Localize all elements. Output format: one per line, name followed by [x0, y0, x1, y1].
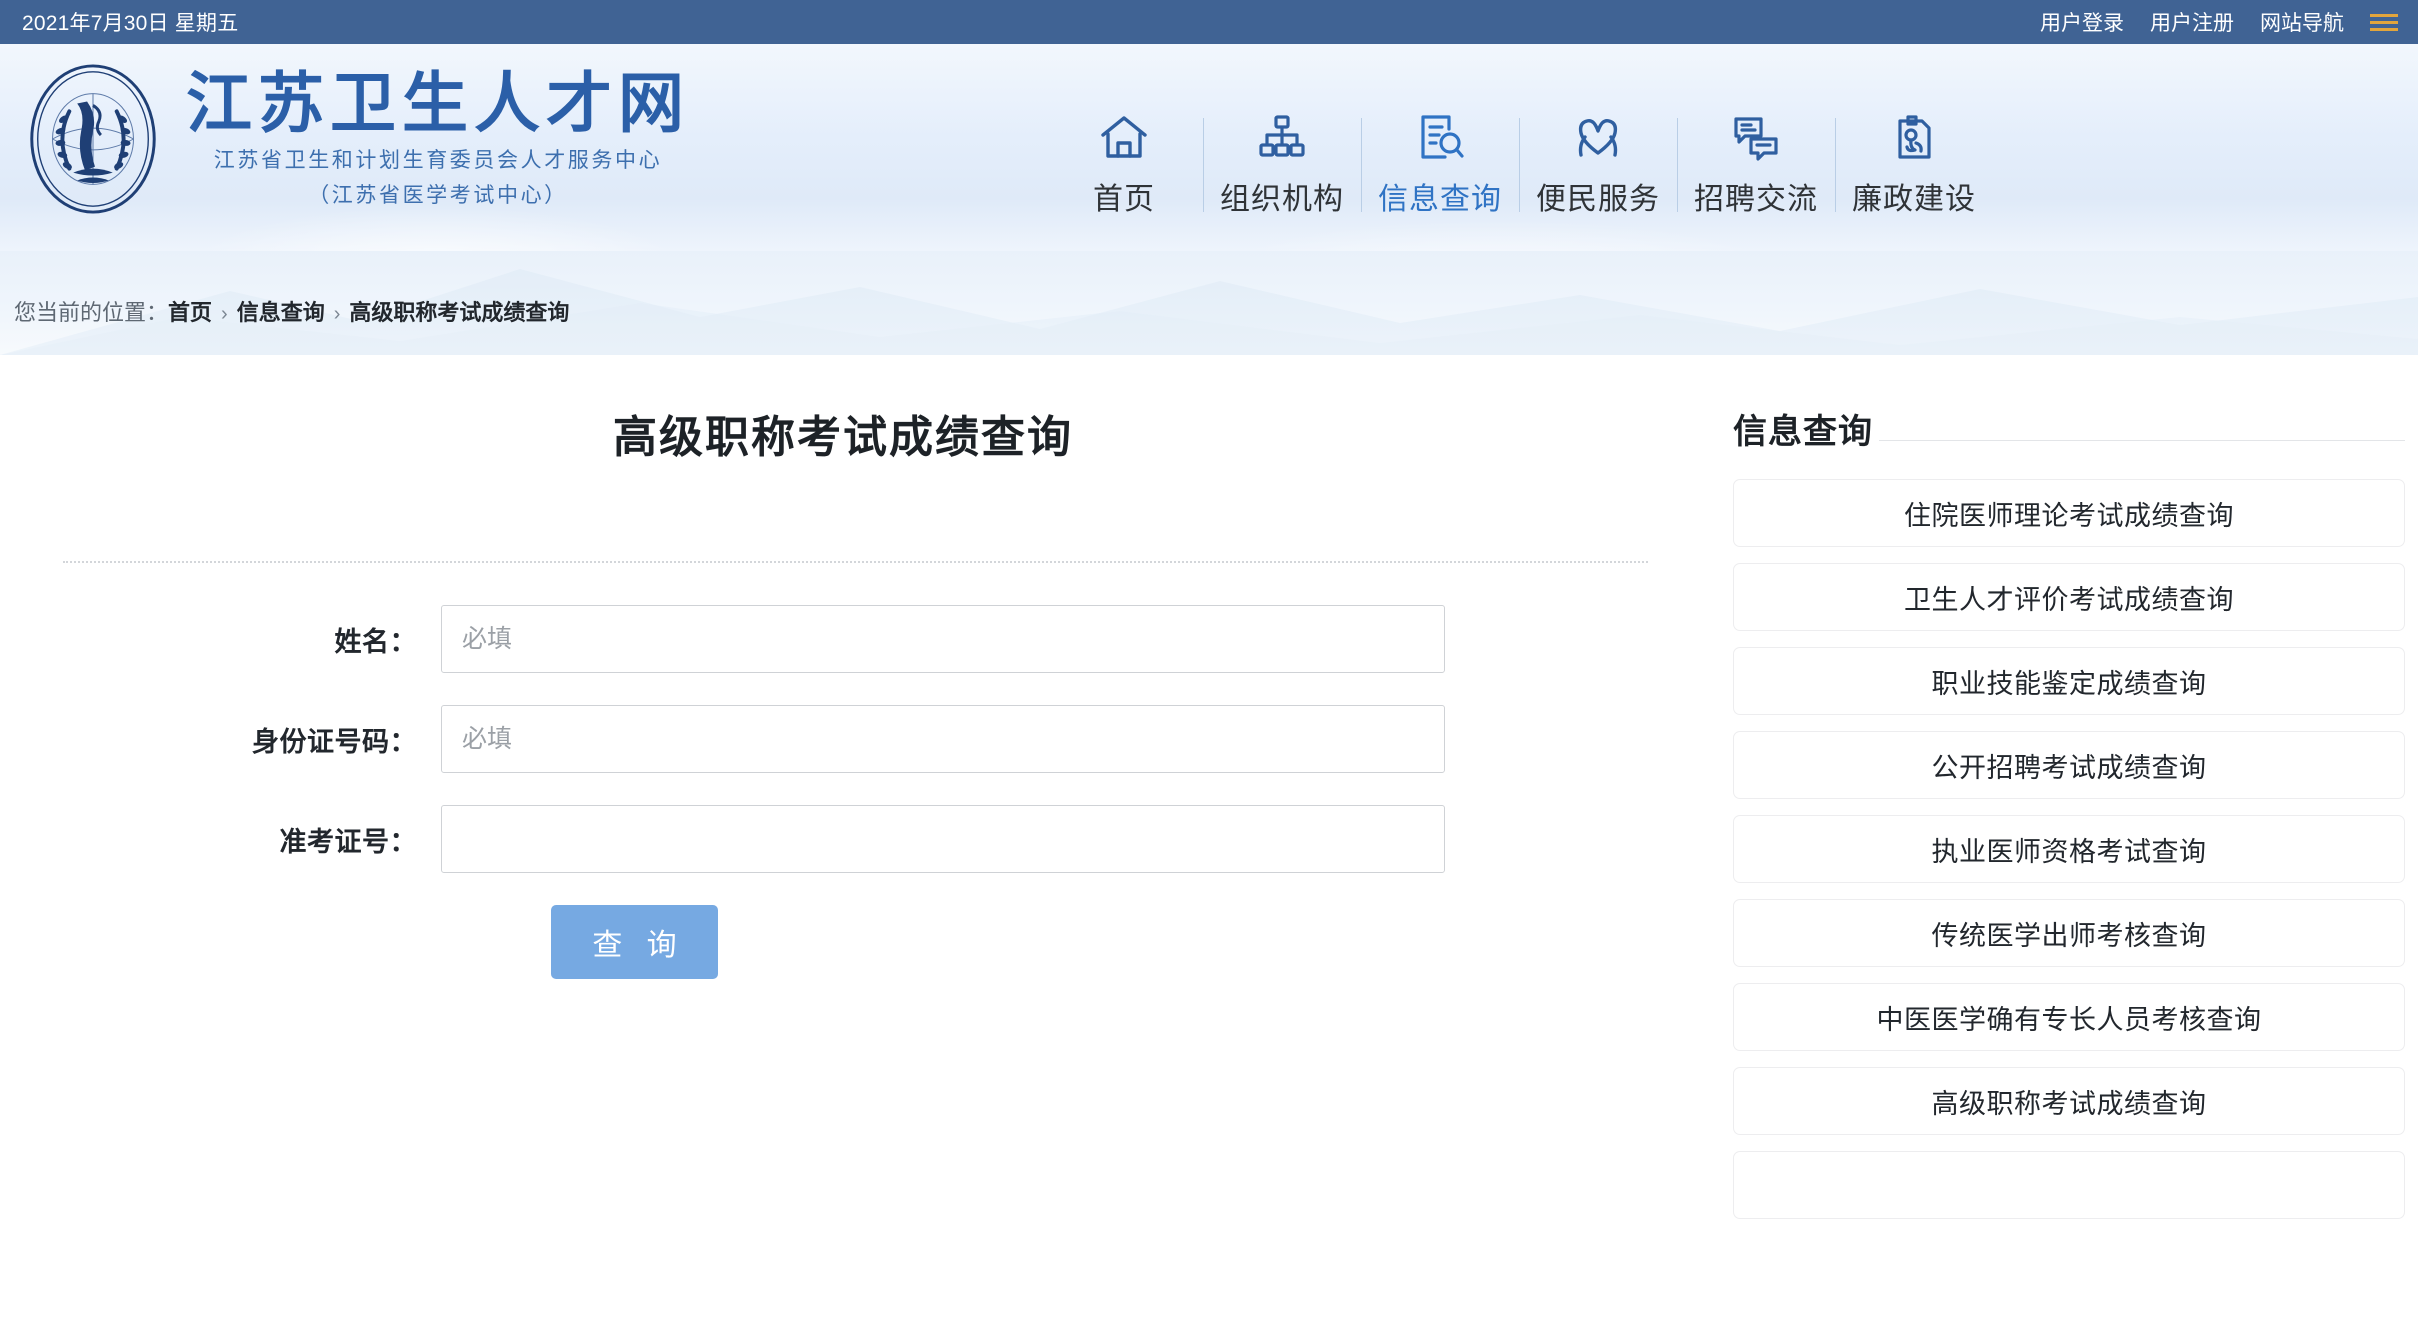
- form-row-name: 姓名：: [13, 605, 1673, 673]
- hamburger-icon[interactable]: [2370, 13, 2398, 31]
- site-header: 江苏卫生人才网 江苏省卫生和计划生育委员会人才服务中心 （江苏省医学考试中心） …: [0, 44, 2418, 251]
- sidebar-title-rule: [1879, 440, 2405, 441]
- content-divider: [63, 561, 1648, 563]
- admission-ticket-input[interactable]: [441, 805, 1445, 873]
- admission-ticket-label: 准考证号：: [279, 826, 417, 857]
- sidebar-item-talent-evaluation[interactable]: 卫生人才评价考试成绩查询: [1733, 563, 2405, 631]
- brand-text: 江苏卫生人才网 江苏省卫生和计划生育委员会人才服务中心 （江苏省医学考试中心）: [186, 69, 690, 209]
- user-register-link[interactable]: 用户注册: [2150, 7, 2234, 37]
- site-brand[interactable]: 江苏卫生人才网 江苏省卫生和计划生育委员会人才服务中心 （江苏省医学考试中心）: [14, 60, 690, 218]
- page-panel: 高级职称考试成绩查询 姓名： 身份证号码： 准考证号： 查 询 信息: [13, 355, 2405, 1328]
- top-utility-bar: 2021年7月30日 星期五 用户登录 用户注册 网站导航: [0, 0, 2418, 44]
- sidebar-item-licensed-physician[interactable]: 执业医师资格考试查询: [1733, 815, 2405, 883]
- sidebar-item-resident-theory[interactable]: 住院医师理论考试成绩查询: [1733, 479, 2405, 547]
- nav-item-integrity[interactable]: 廉政建设: [1835, 104, 1993, 222]
- sidebar-item-traditional-medicine[interactable]: 传统医学出师考核查询: [1733, 899, 2405, 967]
- form-row-id-number: 身份证号码：: [13, 705, 1673, 773]
- breadcrumb-separator: ›: [221, 303, 228, 325]
- nav-item-home[interactable]: 首页: [1045, 104, 1203, 222]
- nav-item-organization[interactable]: 组织机构: [1203, 104, 1361, 222]
- nav-label-home: 首页: [1093, 183, 1155, 216]
- sidebar-item-public-recruitment[interactable]: 公开招聘考试成绩查询: [1733, 731, 2405, 799]
- site-navigation-link[interactable]: 网站导航: [2260, 7, 2344, 37]
- user-login-link[interactable]: 用户登录: [2040, 7, 2124, 37]
- form-actions: 查 询: [13, 905, 1673, 979]
- nav-item-recruitment[interactable]: 招聘交流: [1677, 104, 1835, 222]
- breadcrumb-band: 您当前的位置： 首页 › 信息查询 › 高级职称考试成绩查询: [0, 251, 2418, 355]
- home-icon: [1099, 110, 1149, 164]
- site-subtitle-2: （江苏省医学考试中心）: [308, 184, 568, 208]
- name-input[interactable]: [441, 605, 1445, 673]
- heart-hands-icon: [1573, 110, 1623, 164]
- jiangsu-health-seal-logo-icon: [30, 64, 156, 214]
- breadcrumb-separator: ›: [333, 303, 341, 325]
- nav-item-public-service[interactable]: 便民服务: [1519, 104, 1677, 222]
- chat-bubbles-icon: [1731, 110, 1781, 164]
- current-date: 2021年7月30日 星期五: [22, 12, 239, 35]
- breadcrumb-label: 您当前的位置：: [14, 300, 169, 325]
- sidebar-header: 信息查询: [1733, 395, 2405, 451]
- nav-label-recruitment: 招聘交流: [1694, 183, 1818, 216]
- org-chart-icon: [1257, 110, 1307, 164]
- breadcrumb-item-info-query[interactable]: 信息查询: [237, 295, 325, 327]
- nav-label-info-query: 信息查询: [1378, 183, 1502, 216]
- sidebar-item-partial[interactable]: [1733, 1151, 2405, 1219]
- clipboard-seal-icon: [1889, 110, 1939, 164]
- score-query-form: 姓名： 身份证号码： 准考证号： 查 询: [13, 605, 1673, 979]
- sidebar-title: 信息查询: [1733, 413, 1873, 451]
- id-number-label: 身份证号码：: [252, 726, 417, 757]
- main-content: 高级职称考试成绩查询 姓名： 身份证号码： 准考证号： 查 询: [13, 355, 1673, 1328]
- nav-item-info-query[interactable]: 信息查询: [1361, 104, 1519, 222]
- sidebar: 信息查询 住院医师理论考试成绩查询 卫生人才评价考试成绩查询 职业技能鉴定成绩查…: [1733, 355, 2405, 1328]
- sidebar-item-vocational-skill[interactable]: 职业技能鉴定成绩查询: [1733, 647, 2405, 715]
- nav-label-integrity: 廉政建设: [1852, 183, 1976, 216]
- main-navigation: 首页 组织机构 信息查询 便民服务 招聘交流 廉政建设: [1045, 104, 1993, 222]
- sidebar-list: 住院医师理论考试成绩查询 卫生人才评价考试成绩查询 职业技能鉴定成绩查询 公开招…: [1733, 479, 2405, 1219]
- sidebar-item-senior-title[interactable]: 高级职称考试成绩查询: [1733, 1067, 2405, 1135]
- site-title: 江苏卫生人才网: [186, 64, 690, 142]
- site-subtitle-1: 江苏省卫生和计划生育委员会人才服务中心: [213, 149, 663, 173]
- document-search-icon: [1415, 110, 1465, 164]
- sidebar-item-tcm-specialty[interactable]: 中医医学确有专长人员考核查询: [1733, 983, 2405, 1051]
- breadcrumb-item-home[interactable]: 首页: [168, 295, 212, 327]
- page-title: 高级职称考试成绩查询: [613, 413, 1073, 462]
- breadcrumb-item-current: 高级职称考试成绩查询: [349, 300, 570, 325]
- breadcrumb: 您当前的位置： 首页 › 信息查询 › 高级职称考试成绩查询: [14, 295, 569, 327]
- query-button[interactable]: 查 询: [551, 905, 718, 979]
- nav-label-public-service: 便民服务: [1536, 183, 1660, 216]
- nav-label-organization: 组织机构: [1220, 183, 1344, 216]
- name-label: 姓名：: [334, 626, 417, 657]
- id-number-input[interactable]: [441, 705, 1445, 773]
- top-links: 用户登录 用户注册 网站导航: [2040, 7, 2398, 37]
- form-row-admission-ticket: 准考证号：: [13, 805, 1673, 873]
